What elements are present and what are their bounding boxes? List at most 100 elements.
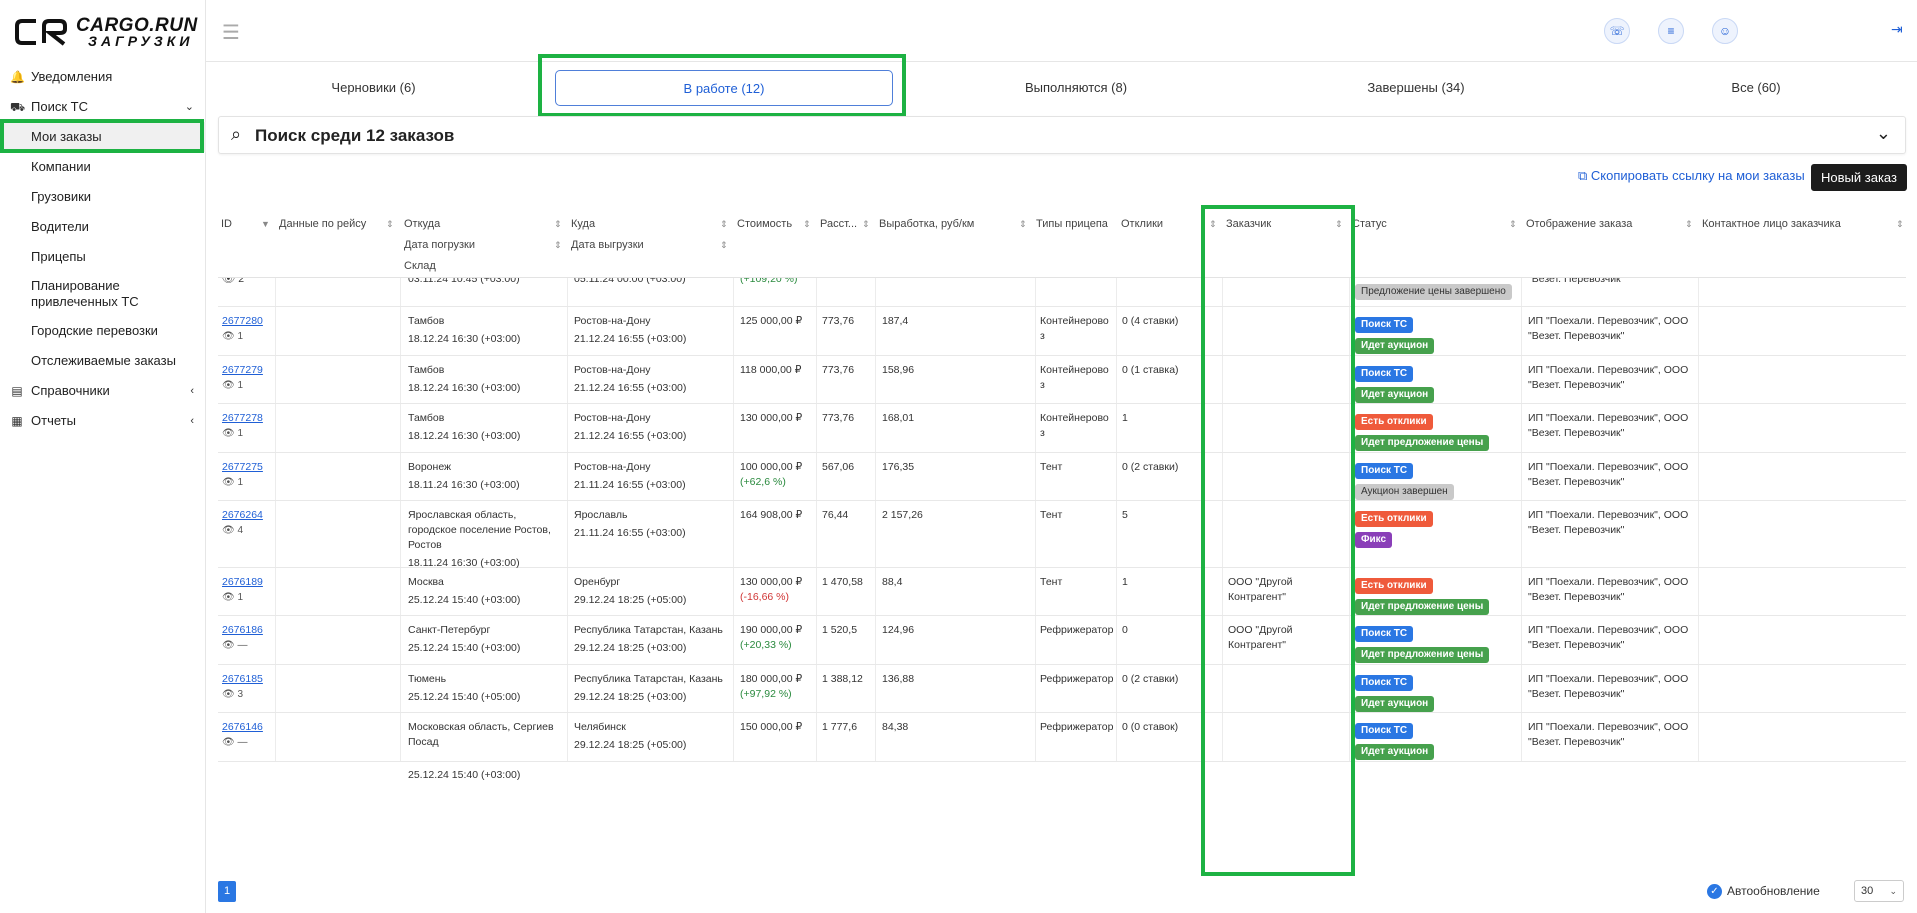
row-from: Ярославская область, городское поселение…	[408, 509, 551, 551]
row-dist: 567,06	[822, 461, 855, 473]
support-icon[interactable]: ☏	[1604, 18, 1630, 44]
sidebar-item-label: Поиск ТС	[31, 99, 88, 114]
tab-completed[interactable]: Завершены (34)	[1266, 70, 1566, 106]
row-to: Оренбург	[574, 576, 621, 588]
col-status[interactable]: Статус	[1352, 214, 1387, 235]
col-rate[interactable]: Выработка, руб/км	[879, 214, 974, 235]
row-id[interactable]: 2677278 👁 1	[222, 411, 272, 441]
sort-icon[interactable]: ⇕	[720, 214, 728, 235]
row-views: 👁 1	[222, 380, 244, 391]
order-id-link[interactable]: 2676264	[222, 509, 263, 521]
per-page-select[interactable]: 30 ⌄	[1854, 880, 1904, 902]
sort-icon[interactable]: ⇕	[862, 214, 870, 235]
sidebar-item-label: Водители	[31, 219, 89, 234]
table-row[interactable]: 2677280 👁 1 Тамбов 18.12.24 16:30 (+03:00) Р…	[218, 307, 1906, 356]
sidebar-item-drivers[interactable]: Водители	[0, 212, 206, 242]
row-id[interactable]: 2676146 👁 —	[222, 720, 272, 750]
table-row[interactable]: 2676189 👁 1 Москва 25.12.24 15:40 (+03:00) О…	[218, 568, 1906, 616]
table-row[interactable]: 2677278 👁 1 Тамбов 18.12.24 16:30 (+03:00) Р…	[218, 404, 1906, 453]
row-trailer: Тент	[1040, 509, 1063, 521]
sidebar-item-reports[interactable]: ▦ Отчеты ‹	[0, 406, 206, 436]
col-dist[interactable]: Расст...	[820, 214, 857, 235]
sort-icon[interactable]: ⇕	[1685, 214, 1693, 235]
col-from[interactable]: Откуда	[404, 214, 440, 235]
sidebar-item-trucks[interactable]: Грузовики	[0, 182, 206, 212]
order-id-link[interactable]: 2676146	[222, 721, 263, 733]
sidebar-item-companies[interactable]: Компании	[0, 152, 206, 182]
row-id[interactable]: 2677275 👁 1	[222, 460, 272, 490]
user-settings-icon[interactable]: ☺	[1712, 18, 1738, 44]
col-contact[interactable]: Контактное лицо заказчика	[1702, 214, 1841, 235]
row-trailer: Тент	[1040, 576, 1063, 588]
order-id-link[interactable]: 2676185	[222, 673, 263, 685]
row-id[interactable]: 2676264 👁 4	[222, 508, 272, 538]
status-badge: Идет предложение цены	[1355, 647, 1490, 663]
order-id-link[interactable]: 2677280	[222, 315, 263, 327]
sidebar-item-references[interactable]: ▤ Справочники ‹	[0, 376, 206, 406]
search-panel[interactable]: ⌕ Поиск среди 12 заказов ⌄	[218, 116, 1906, 154]
col-trip[interactable]: Данные по рейсу	[279, 214, 366, 235]
sort-icon[interactable]: ⇕	[1019, 214, 1027, 235]
sidebar-item-trailers[interactable]: Прицепы	[0, 242, 206, 272]
row-id[interactable]: 2677280 👁 1	[222, 314, 272, 344]
new-order-button[interactable]: Новый заказ	[1811, 164, 1907, 191]
sort-icon[interactable]: ⇕	[1509, 214, 1517, 235]
sort-icon[interactable]: ⇕	[803, 214, 811, 235]
tab-executing[interactable]: Выполняются (8)	[926, 70, 1226, 106]
tab-drafts[interactable]: Черновики (6)	[231, 70, 516, 106]
row-dist: 1 470,58	[822, 576, 863, 588]
order-id-link[interactable]: 2677278	[222, 412, 263, 424]
table-row[interactable]: 2676146 👁 — Московская область, Сергиев По…	[218, 713, 1906, 781]
sort-desc-icon[interactable]: ▼	[261, 214, 270, 235]
row-cost-delta: (+97,92 %)	[740, 688, 792, 700]
status-badge: Есть отклики	[1355, 511, 1433, 527]
col-display[interactable]: Отображение заказа	[1526, 214, 1632, 235]
status-badge: Идет предложение цены	[1355, 435, 1490, 451]
copy-link-button[interactable]: ⧉ Скопировать ссылку на мои заказы	[1578, 168, 1805, 184]
chevron-down-icon[interactable]: ⌄	[1876, 123, 1891, 144]
menu-icon[interactable]: ☰	[222, 20, 240, 45]
order-id-link[interactable]: 2677279	[222, 364, 263, 376]
col-warehouse[interactable]: Склад	[404, 256, 436, 277]
row-from-date: 03.11.24 10:45 (+03:00)	[408, 278, 520, 285]
sidebar-item-planning[interactable]: Планирование привлеченных ТС	[0, 272, 206, 316]
col-id[interactable]: ID	[221, 214, 232, 235]
col-unload-date[interactable]: Дата выгрузки	[571, 235, 644, 256]
auto-refresh-toggle[interactable]: ✓ Автообновление	[1707, 884, 1820, 900]
tab-all[interactable]: Все (60)	[1606, 70, 1906, 106]
sidebar-item-notifications[interactable]: 🔔 Уведомления	[0, 62, 206, 92]
row-id[interactable]: 2676185 👁 3	[222, 672, 272, 702]
list-icon[interactable]: ≡	[1658, 18, 1684, 44]
sort-icon[interactable]: ⇕	[720, 235, 728, 256]
sort-icon[interactable]: ⇕	[554, 235, 562, 256]
row-from: Воронеж	[408, 461, 452, 473]
row-id[interactable]: 2676186 👁 —	[222, 623, 272, 653]
sidebar-item-city[interactable]: Городские перевозки	[0, 316, 206, 346]
col-responses[interactable]: Отклики	[1121, 214, 1163, 235]
col-load-date[interactable]: Дата погрузки	[404, 235, 475, 256]
table-row[interactable]: 2676264 👁 4 Ярославская область, городское…	[218, 501, 1906, 569]
row-id[interactable]: 2677279 👁 1	[222, 363, 272, 393]
col-trailer[interactable]: Типы прицепа	[1036, 214, 1108, 235]
table-row[interactable]: 2676186 👁 — Санкт-Петербург 25.12.24 15:40 …	[218, 616, 1906, 665]
sort-icon[interactable]: ⇕	[1896, 214, 1904, 235]
table-row-partial[interactable]: 👁 2 03.11.24 10:45 (+03:00) 05.11.24 00:…	[218, 278, 1906, 307]
sort-icon[interactable]: ⇕	[386, 214, 394, 235]
pagination-page-1[interactable]: 1	[218, 881, 236, 902]
sort-icon[interactable]: ⇕	[554, 214, 562, 235]
logout-icon[interactable]: ⇥	[1891, 21, 1903, 38]
sidebar-item-tracked[interactable]: Отслеживаемые заказы	[0, 346, 206, 376]
table-row[interactable]: 2677275 👁 1 Воронеж 18.11.24 16:30 (+03:00)…	[218, 453, 1906, 501]
row-rate: 84,38	[882, 721, 909, 733]
order-id-link[interactable]: 2677275	[222, 461, 263, 473]
col-cost[interactable]: Стоимость	[737, 214, 792, 235]
col-to[interactable]: Куда	[571, 214, 595, 235]
logo[interactable]: CARGO.RUN ЗАГРУЗКИ	[14, 15, 197, 49]
sidebar-item-search-ts[interactable]: ⛟ Поиск ТС ⌄	[0, 92, 206, 122]
order-id-link[interactable]: 2676189	[222, 576, 263, 588]
order-id-link[interactable]: 2676186	[222, 624, 263, 636]
table-body[interactable]: 👁 2 03.11.24 10:45 (+03:00) 05.11.24 00:…	[218, 278, 1906, 868]
table-row[interactable]: 2676185 👁 3 Тюмень 25.12.24 15:40 (+05:00) Р…	[218, 665, 1906, 713]
table-row[interactable]: 2677279 👁 1 Тамбов 18.12.24 16:30 (+03:00) Р…	[218, 356, 1906, 404]
row-id[interactable]: 2676189 👁 1	[222, 575, 272, 605]
